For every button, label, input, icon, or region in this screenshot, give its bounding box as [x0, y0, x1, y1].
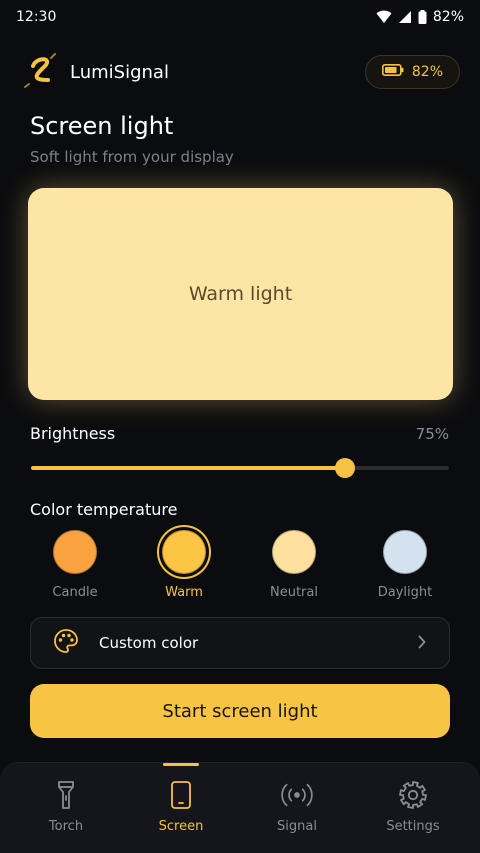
- battery-level: 82%: [411, 64, 443, 80]
- status-icons: 82%: [376, 9, 464, 25]
- status-bar: 12:30 82%: [0, 0, 480, 34]
- nav-item-settings[interactable]: Settings: [355, 763, 471, 853]
- temp-option-label: Neutral: [270, 585, 318, 600]
- palette-icon: [53, 628, 79, 658]
- wifi-icon: [376, 10, 392, 24]
- bottom-navigation: Torch Screen Signal Settings: [0, 762, 480, 853]
- battery-icon: [381, 64, 404, 80]
- temp-option-candle[interactable]: Candle: [30, 530, 120, 600]
- nav-label: Screen: [158, 819, 204, 834]
- page-subtitle: Soft light from your display: [30, 148, 234, 166]
- neutral-swatch: [272, 530, 316, 574]
- battery-status-icon: [418, 10, 427, 24]
- custom-color-button[interactable]: Custom color: [30, 617, 450, 669]
- light-preview[interactable]: Warm light: [28, 188, 453, 400]
- brightness-label: Brightness: [30, 424, 116, 443]
- brightness-header: Brightness 75%: [30, 424, 449, 443]
- warm-swatch: [162, 530, 206, 574]
- preview-label: Warm light: [188, 283, 293, 305]
- nav-item-signal[interactable]: Signal: [239, 763, 355, 853]
- broadcast-icon: [281, 779, 313, 811]
- app-name: LumiSignal: [70, 61, 169, 83]
- start-screen-light-button[interactable]: Start screen light: [30, 684, 450, 738]
- temp-option-daylight[interactable]: Daylight: [360, 530, 450, 600]
- nav-label: Torch: [48, 819, 84, 834]
- candle-swatch: [53, 530, 97, 574]
- phone-icon: [165, 779, 197, 811]
- temp-option-neutral[interactable]: Neutral: [249, 530, 339, 600]
- page-title: Screen light: [30, 112, 174, 140]
- app-header: LumiSignal 82%: [24, 52, 460, 92]
- nav-label: Settings: [386, 819, 440, 834]
- battery-badge[interactable]: 82%: [364, 55, 460, 89]
- nav-item-screen[interactable]: Screen: [123, 763, 239, 853]
- temp-option-label: Warm: [165, 585, 203, 600]
- status-time: 12:30: [16, 9, 57, 25]
- active-tab-indicator: [163, 763, 199, 766]
- brightness-value: 75%: [415, 424, 449, 443]
- custom-color-label: Custom color: [99, 634, 199, 652]
- cell-signal-icon: [398, 10, 412, 24]
- status-battery-text: 82%: [432, 9, 464, 25]
- gear-icon: [397, 779, 429, 811]
- nav-item-torch[interactable]: Torch: [8, 763, 124, 853]
- color-temperature-options: Candle Warm Neutral Daylight: [30, 530, 450, 602]
- brightness-slider[interactable]: [31, 458, 449, 478]
- brand: LumiSignal: [24, 52, 169, 92]
- nav-label: Signal: [277, 819, 317, 834]
- chevron-right-icon: [417, 634, 427, 653]
- lightning-logo-icon: [24, 52, 60, 92]
- color-temperature-label: Color temperature: [30, 500, 178, 519]
- flashlight-icon: [50, 779, 82, 811]
- temp-option-label: Candle: [52, 585, 98, 600]
- temp-option-label: Daylight: [377, 585, 433, 600]
- slider-thumb[interactable]: [334, 458, 355, 478]
- slider-fill: [31, 466, 345, 470]
- daylight-swatch: [383, 530, 427, 574]
- temp-option-warm[interactable]: Warm: [139, 530, 229, 600]
